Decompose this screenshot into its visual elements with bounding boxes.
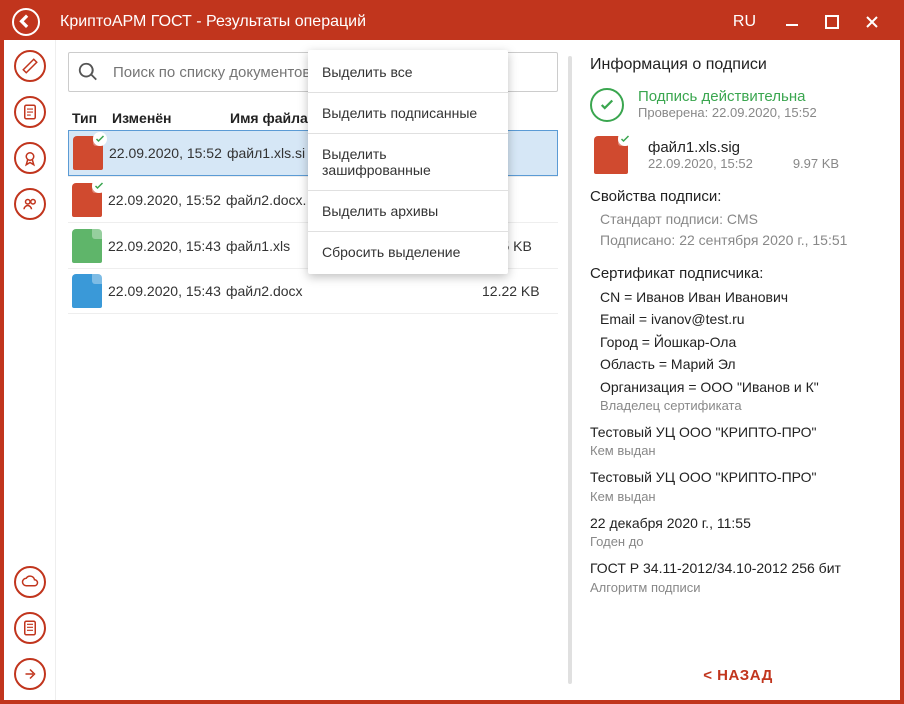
main-area: Тип Изменён Имя файла 22.09.2020, 15:52 … (4, 40, 900, 700)
sidebar-sign-icon[interactable] (14, 50, 46, 82)
maximize-button[interactable] (812, 4, 852, 40)
signed-file-size: 9.97 KB (793, 156, 839, 171)
menu-select-archives[interactable]: Выделить архивы (308, 193, 508, 229)
cert-alg: ГОСТ Р 34.11-2012/34.10-2012 256 бит (590, 557, 886, 579)
context-menu: Выделить все Выделить подписанные Выдели… (308, 50, 508, 274)
signed-file-name: файл1.xls.sig (648, 139, 839, 156)
app-logo-icon (12, 8, 40, 36)
menu-separator (308, 133, 508, 134)
menu-separator (308, 190, 508, 191)
signature-valid-label: Подпись действительна (638, 88, 817, 105)
cell-name: файл2.docx (226, 283, 482, 299)
cert-valid-until: 22 декабря 2020 г., 11:55 (590, 512, 886, 534)
sidebar-docs-icon[interactable] (14, 96, 46, 128)
sidebar-exit-icon[interactable] (14, 658, 46, 690)
sig-props-title: Свойства подписи: (590, 188, 886, 205)
file-sig-icon (73, 136, 103, 170)
file-sig-icon (594, 136, 628, 174)
sig-std: Стандарт подписи: CMS (600, 209, 886, 230)
content: Тип Изменён Имя файла 22.09.2020, 15:52 … (56, 40, 900, 700)
signed-file-row: файл1.xls.sig 22.09.2020, 15:52 9.97 KB (590, 136, 886, 174)
cert-alg-label: Алгоритм подписи (590, 580, 886, 595)
sidebar-settings-icon[interactable] (14, 612, 46, 644)
window-title: КриптоАРМ ГОСТ - Результаты операций (60, 13, 733, 31)
col-date[interactable]: Изменён (112, 110, 230, 126)
language-selector[interactable]: RU (733, 13, 756, 31)
cert-owner-label: Владелец сертификата (600, 398, 886, 413)
minimize-button[interactable] (772, 4, 812, 40)
titlebar: КриптоАРМ ГОСТ - Результаты операций RU (4, 4, 900, 40)
back-button[interactable]: < НАЗАД (590, 653, 886, 692)
menu-select-encrypted[interactable]: Выделить зашифрованные (308, 136, 508, 188)
sig-signed: Подписано: 22 сентября 2020 г., 15:51 (600, 230, 886, 251)
cert-issued1: Кем выдан (590, 443, 886, 458)
signature-info-panel: Информация о подписи Подпись действитель… (572, 40, 900, 700)
app-window: КриптоАРМ ГОСТ - Результаты операций RU (0, 0, 904, 704)
cell-date: 22.09.2020, 15:43 (108, 238, 226, 254)
cert-ca2: Тестовый УЦ ООО "КРИПТО-ПРО" (590, 466, 886, 488)
menu-separator (308, 231, 508, 232)
cell-date: 22.09.2020, 15:52 (108, 192, 226, 208)
signed-file-date: 22.09.2020, 15:52 (648, 156, 753, 171)
file-docx-icon (72, 274, 102, 308)
file-xls-icon (72, 229, 102, 263)
cell-date: 22.09.2020, 15:43 (108, 283, 226, 299)
cert-title: Сертификат подписчика: (590, 265, 886, 282)
menu-separator (308, 92, 508, 93)
menu-clear-selection[interactable]: Сбросить выделение (308, 234, 508, 270)
info-scroll: Подпись действительна Проверена: 22.09.2… (590, 88, 886, 653)
file-sig-icon (72, 183, 102, 217)
cert-issued2: Кем выдан (590, 489, 886, 504)
cert-region: Область = Марий Эл (600, 353, 886, 375)
table-row[interactable]: 22.09.2020, 15:43 файл2.docx 12.22 KB (68, 268, 558, 314)
cell-size: 12.22 KB (482, 283, 558, 299)
col-type[interactable]: Тип (68, 110, 112, 126)
sidebar-cloud-icon[interactable] (14, 566, 46, 598)
search-icon (77, 61, 99, 83)
close-button[interactable] (852, 4, 892, 40)
menu-select-signed[interactable]: Выделить подписанные (308, 95, 508, 131)
cert-email: Email = ivanov@test.ru (600, 308, 886, 330)
menu-select-all[interactable]: Выделить все (308, 54, 508, 90)
sidebar-contacts-icon[interactable] (14, 188, 46, 220)
info-title: Информация о подписи (590, 56, 886, 76)
cert-org: Организация = ООО "Иванов и К" (600, 376, 886, 398)
cert-city: Город = Йошкар-Ола (600, 331, 886, 353)
cert-cn: CN = Иванов Иван Иванович (600, 286, 886, 308)
signature-status: Подпись действительна Проверена: 22.09.2… (590, 88, 886, 122)
cert-ca1: Тестовый УЦ ООО "КРИПТО-ПРО" (590, 421, 886, 443)
sidebar-cert-icon[interactable] (14, 142, 46, 174)
signature-checked-label: Проверена: 22.09.2020, 15:52 (638, 105, 817, 120)
cert-valid-label: Годен до (590, 534, 886, 549)
cell-date: 22.09.2020, 15:52 (109, 145, 227, 161)
sidebar (4, 40, 56, 700)
check-icon (590, 88, 624, 122)
file-list-panel: Тип Изменён Имя файла 22.09.2020, 15:52 … (56, 40, 568, 700)
